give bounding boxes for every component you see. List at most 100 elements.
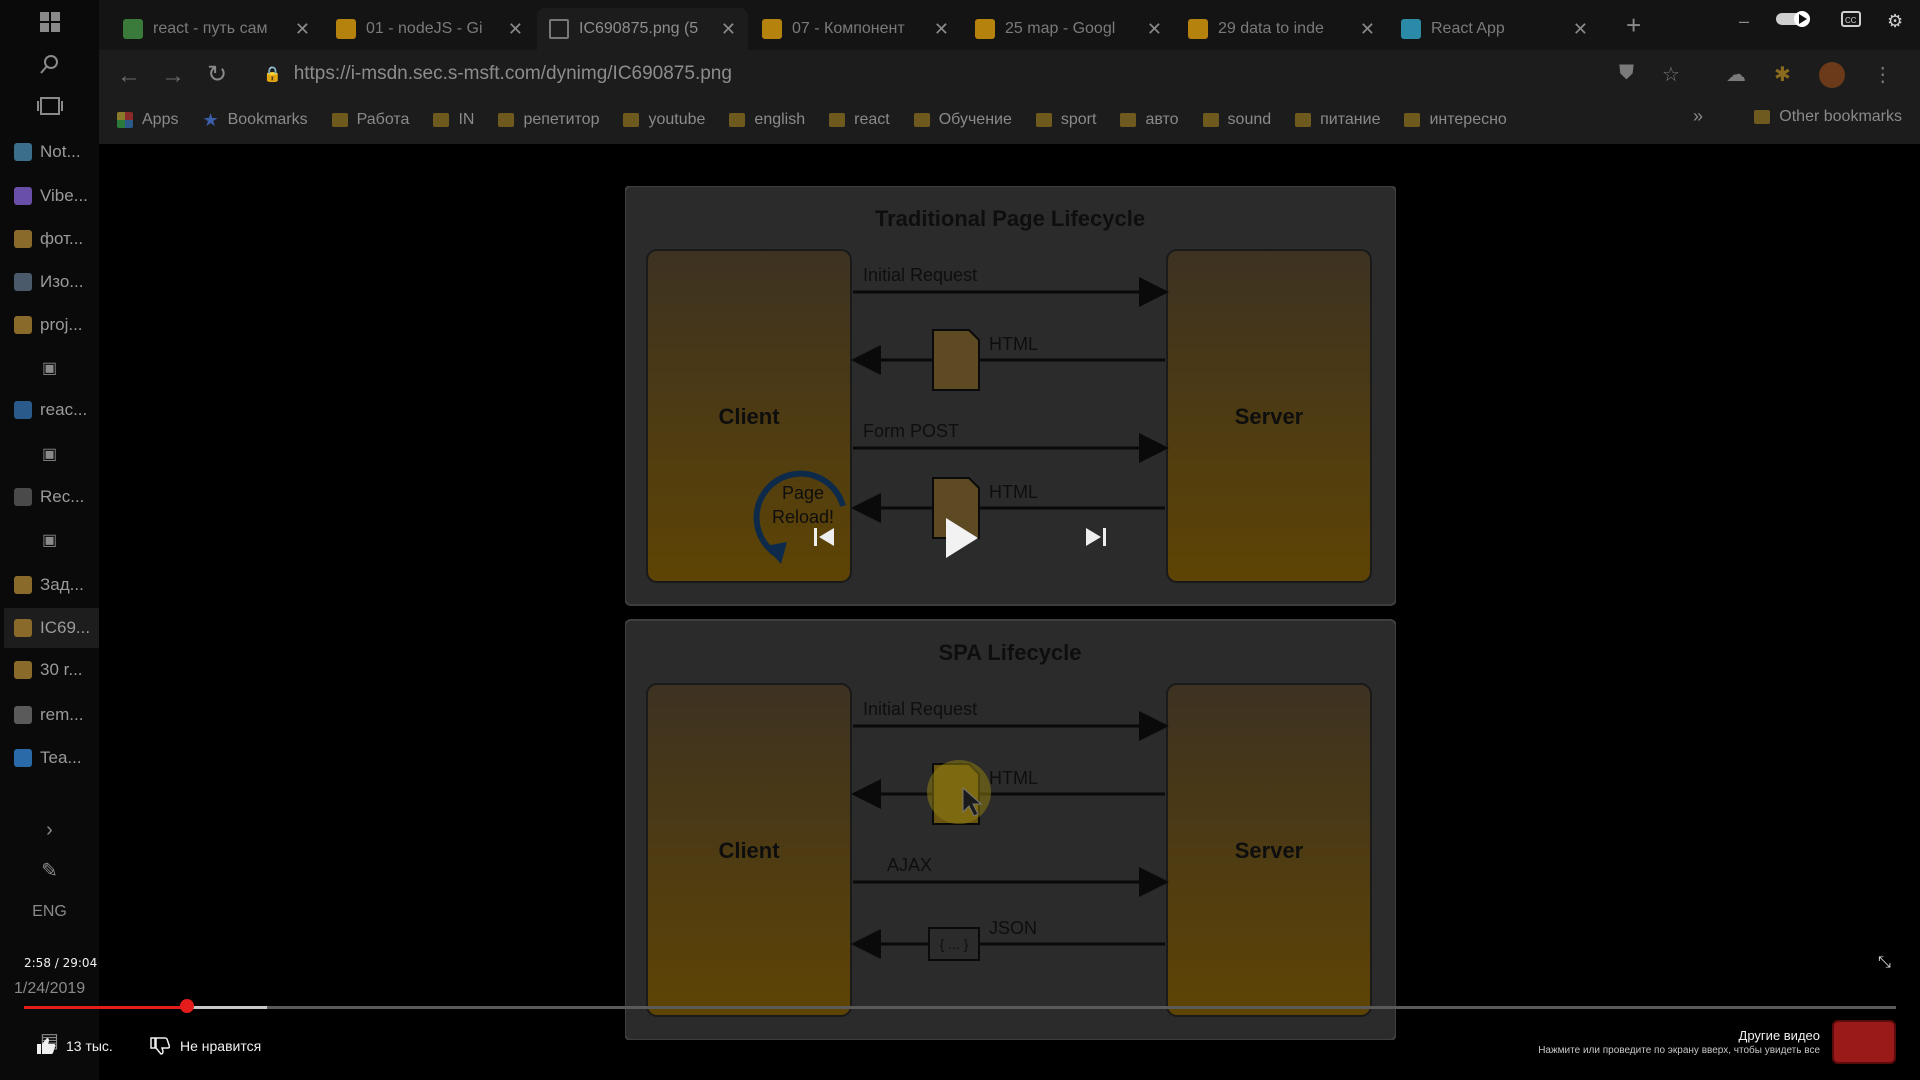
browser-tab[interactable]: react - путь сам ✕ [111,8,322,50]
taskbar-app-label: Зад... [40,575,84,594]
toggle-icon[interactable] [1775,10,1815,33]
browser-tab[interactable]: IC690875.png (5 ✕ [537,8,748,50]
browser-tab[interactable]: 07 - Компонент ✕ [750,8,961,50]
windows-start-icon[interactable] [0,2,99,42]
other-bookmarks[interactable]: Other bookmarks [1754,108,1902,126]
browser-tab[interactable]: React App ✕ [1389,8,1600,50]
close-icon[interactable]: ✕ [1573,19,1588,40]
film-icon[interactable]: ▣ [0,434,99,474]
taskbar-app[interactable]: Tea... [4,738,99,778]
bookmark-item[interactable]: питание [1295,111,1380,129]
progress-bar[interactable] [24,1006,1896,1009]
chevron-right-icon[interactable]: › [0,810,99,850]
bookmark-label: english [754,111,806,128]
close-icon[interactable]: ✕ [508,19,523,40]
bookmark-item[interactable]: ★ Bookmarks [202,110,307,131]
taskbar-app[interactable]: reac... [4,390,99,430]
bookmark-item[interactable]: sound [1202,111,1271,129]
back-arrow-icon[interactable]: ← [117,62,141,90]
play-icon[interactable] [944,516,980,565]
previous-video-icon[interactable] [812,526,836,553]
captions-icon[interactable]: CC [1841,11,1862,32]
folder-icon [1120,113,1137,127]
bookmark-item[interactable]: интересно [1404,111,1507,129]
settings-gear-icon[interactable]: ⚙ [1887,11,1903,32]
close-icon[interactable]: ✕ [721,19,736,40]
folder-icon [331,113,348,127]
task-view-icon[interactable] [0,86,99,126]
minimize-icon[interactable]: – [1739,11,1749,32]
puzzle-extension-icon[interactable]: ✱ [1774,62,1791,88]
avatar[interactable] [1818,62,1845,88]
bookmark-item[interactable]: Обучение [913,111,1012,129]
taskbar-app-label: IC69... [40,618,91,637]
top-html-label-2: HTML [989,482,1038,502]
lifecycle-diagram: Traditional Page Lifecycle Client Server… [625,186,1396,1040]
close-icon[interactable]: ✕ [1360,19,1375,40]
taskbar-app-label: 30 r... [40,660,83,679]
menu-dots-icon[interactable]: ⋮ [1873,62,1893,88]
taskbar-app[interactable]: Rec... [4,477,99,517]
taskbar-app[interactable]: фот... [4,219,99,259]
reload-icon[interactable]: ↻ [207,60,227,89]
taskbar-app[interactable]: rem... [4,695,99,735]
progress-scrubber-handle[interactable] [179,999,194,1013]
other-videos-thumbnail[interactable] [1832,1020,1896,1064]
bookmark-item[interactable]: Работа [331,111,409,129]
browser-tab[interactable]: 29 data to inde ✕ [1176,8,1387,50]
dislike-button[interactable]: Не нравится [150,1037,261,1055]
bookmark-item[interactable]: Apps [117,111,178,129]
taskbar-app-label: proj... [40,315,83,334]
bookmark-item[interactable]: IN [433,111,474,129]
traditional-title: Traditional Page Lifecycle [875,206,1145,231]
search-icon[interactable] [0,44,99,84]
taskbar-date: 1/24/2019 [14,980,86,997]
extension-shield-icon[interactable]: ⛊ [1619,62,1634,88]
taskbar-app[interactable]: Vibe... [4,176,99,216]
taskbar-app[interactable]: proj... [4,305,99,345]
taskbar-app-label: Tea... [40,748,82,767]
address-bar[interactable]: 🔒 https://i-msdn.sec.s-msft.com/dynimg/I… [249,56,1689,92]
spa-title: SPA Lifecycle [938,640,1081,665]
bookmark-item[interactable]: english [729,111,805,129]
taskbar-app[interactable]: 30 r... [4,650,99,690]
tab-label: 07 - Компонент [792,20,905,37]
react-icon [1401,19,1421,39]
bookmark-item[interactable]: youtube [623,111,705,129]
exit-fullscreen-icon[interactable]: ⤡ [1878,954,1891,972]
bookmark-item[interactable]: react [829,111,890,129]
cloud-extension-icon[interactable]: ☁ [1726,62,1746,88]
folder-icon [1035,113,1052,127]
folder-icon [623,113,640,127]
browser-tab[interactable]: 25 map - Googl ✕ [963,8,1174,50]
like-button[interactable]: 13 тыс. [36,1037,113,1055]
bookmark-item[interactable]: репетитор [498,111,599,129]
bookmark-item[interactable]: sport [1035,111,1096,129]
bookmark-label: youtube [648,111,706,128]
forward-arrow-icon[interactable]: → [161,62,185,90]
window-icon[interactable]: ▣ [0,520,99,560]
bookmarks-overflow-icon[interactable]: » [1693,106,1703,127]
folder-icon [829,113,846,127]
language-indicator[interactable]: ENG [0,903,99,921]
close-icon[interactable]: ✕ [295,19,310,40]
browser-tab[interactable]: 01 - nodeJS - Gi ✕ [324,8,535,50]
bookmark-star-icon[interactable]: ☆ [1662,62,1680,88]
pen-icon[interactable]: ✎ [0,850,99,890]
cursor-highlight [927,760,991,824]
chrome-remote-icon[interactable]: ▣ [0,348,99,388]
next-video-icon[interactable] [1084,526,1108,553]
taskbar-app[interactable]: Зад... [4,565,99,605]
bookmark-label: интересно [1429,111,1507,128]
bookmarks-bar: Apps ★ Bookmarks Работа IN репетитор youtube en… [99,100,1920,140]
taskbar-app[interactable]: IC69... [4,608,99,648]
close-icon[interactable]: ✕ [1147,19,1162,40]
bookmark-item[interactable]: авто [1120,111,1179,129]
new-tab-button[interactable]: + [1626,10,1641,41]
close-icon[interactable]: ✕ [934,19,949,40]
taskbar-app[interactable]: Изо... [4,262,99,302]
bookmark-label: IN [458,111,475,128]
taskbar-app[interactable]: Not... [4,132,99,172]
other-videos[interactable]: Другие видео Нажмите или проведите по эк… [1538,1028,1820,1056]
json-document-label: { ... } [940,936,969,952]
